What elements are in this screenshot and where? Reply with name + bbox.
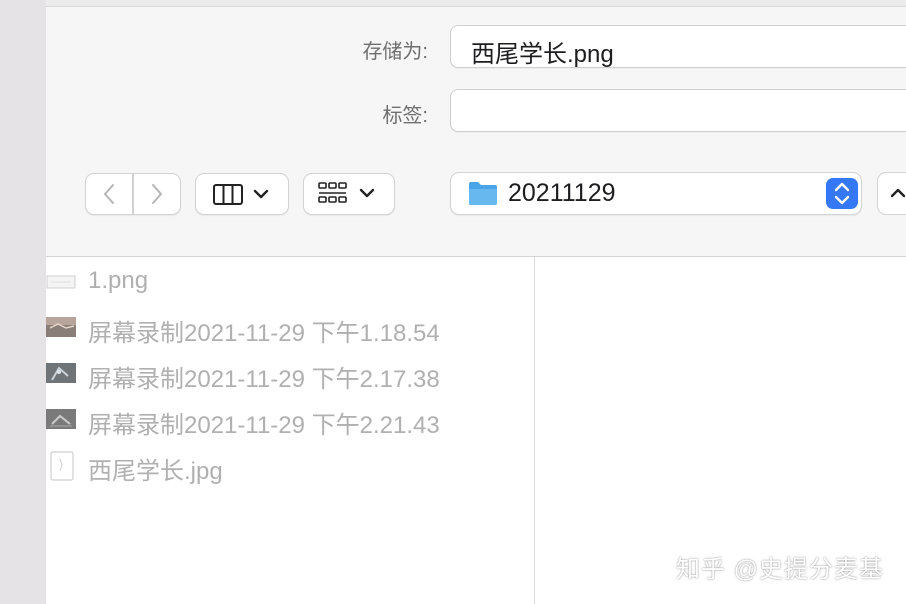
forward-button[interactable] — [133, 173, 181, 215]
file-name: 屏幕录制2021-11-29 下午2.17.38 — [88, 366, 440, 393]
list-item[interactable]: 1.png — [46, 261, 534, 301]
location-stepper[interactable] — [826, 178, 858, 209]
document-file-icon — [50, 451, 74, 481]
image-file-icon — [46, 275, 76, 289]
list-item[interactable]: 屏幕录制2021-11-29 下午2.17.38 — [46, 353, 534, 393]
column-view-icon — [213, 184, 269, 205]
file-name: 1.png — [88, 267, 149, 294]
chevron-up-icon — [890, 188, 906, 198]
group-by-button[interactable] — [303, 173, 395, 215]
up-down-chevron-icon — [834, 182, 850, 205]
video-thumbnail-icon — [46, 363, 76, 383]
save-as-label: 存储为: — [362, 41, 428, 63]
file-name: 屏幕录制2021-11-29 下午2.21.43 — [88, 412, 440, 439]
location-folder-name: 20211129 — [508, 179, 616, 207]
location-popup[interactable]: 20211129 — [450, 172, 862, 215]
grid-view-icon — [318, 182, 375, 203]
file-name: 屏幕录制2021-11-29 下午1.18.54 — [88, 320, 440, 347]
window-edge — [0, 0, 47, 604]
list-item[interactable]: 屏幕录制2021-11-29 下午2.21.43 — [46, 399, 534, 439]
video-thumbnail-icon — [46, 409, 76, 429]
save-dialog-screenshot: 存储为: 西尾学长.png 标签: 20211129 1.png 屏幕录制202… — [0, 0, 906, 604]
list-item[interactable]: 屏幕录制2021-11-29 下午1.18.54 — [46, 307, 534, 347]
video-thumbnail-icon — [46, 317, 76, 337]
tags-field[interactable] — [450, 89, 906, 132]
save-as-field[interactable]: 西尾学长.png — [450, 25, 906, 68]
sheet-top-edge — [46, 0, 906, 7]
back-button[interactable] — [85, 173, 133, 215]
watermark: 知乎 @史提分麦基 — [675, 556, 884, 583]
list-item[interactable]: 西尾学长.jpg — [46, 445, 534, 485]
folder-icon — [469, 182, 497, 205]
file-name: 西尾学长.jpg — [88, 458, 223, 485]
chevron-left-icon — [104, 184, 114, 204]
tags-label: 标签: — [382, 105, 428, 127]
save-as-value: 西尾学长.png — [471, 41, 614, 68]
view-mode-button[interactable] — [195, 173, 289, 215]
expand-collapse-button[interactable] — [877, 172, 906, 215]
column-divider[interactable] — [534, 257, 535, 604]
chevron-right-icon — [152, 184, 162, 204]
